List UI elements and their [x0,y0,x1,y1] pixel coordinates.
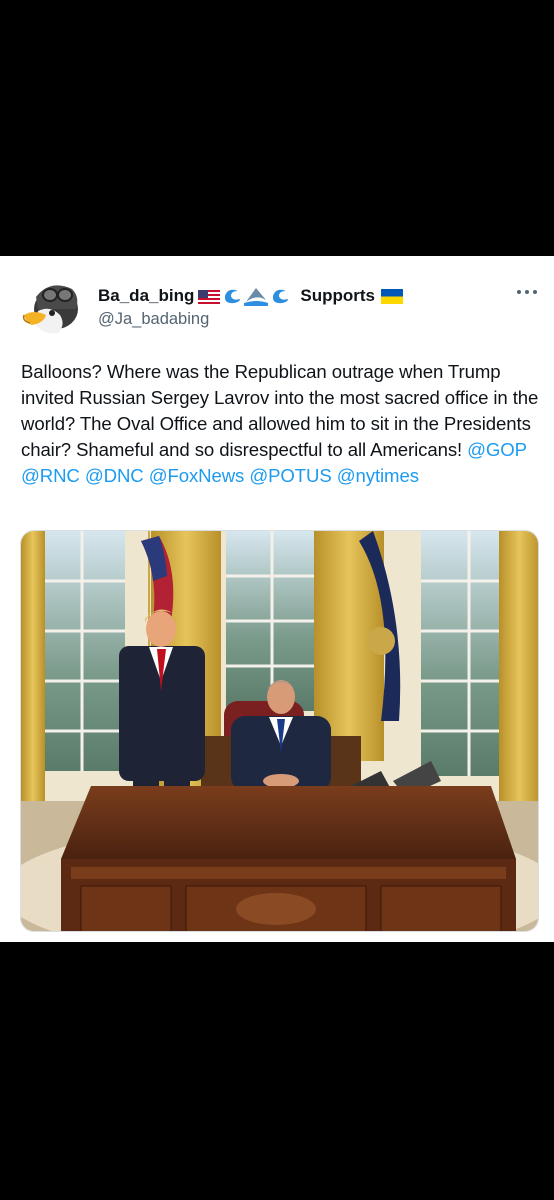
more-dots-icon[interactable] [512,282,542,302]
oval-office-photo [21,531,538,931]
avatar[interactable] [20,275,82,337]
supports-label: Supports [300,286,375,305]
tweet-text: Balloons? Where was the Republican outra… [21,359,541,489]
author-name-row[interactable]: Ba_da_bing Supports [98,284,403,308]
ukraine-flag-icon [380,288,403,304]
us-flag-icon [198,289,221,304]
tweet-card[interactable]: Ba_da_bing Supports @Ja_badabing Balloon… [0,256,554,942]
tweet-photo[interactable] [20,530,539,932]
mention-link[interactable]: @GOP [467,439,527,460]
shark-icon [244,286,269,306]
tweet-body: Balloons? Where was the Republican outra… [21,361,539,460]
wave-icon [222,287,242,305]
display-name[interactable]: Ba_da_bing [98,286,194,306]
mention-link[interactable]: @FoxNews [149,465,245,486]
mention-link[interactable]: @POTUS [249,465,331,486]
mention-link[interactable]: @RNC [21,465,80,486]
mention-link[interactable]: @nytimes [337,465,419,486]
mention-link[interactable]: @DNC [85,465,144,486]
author-handle[interactable]: @Ja_badabing [98,310,209,329]
wave-icon [270,287,290,305]
